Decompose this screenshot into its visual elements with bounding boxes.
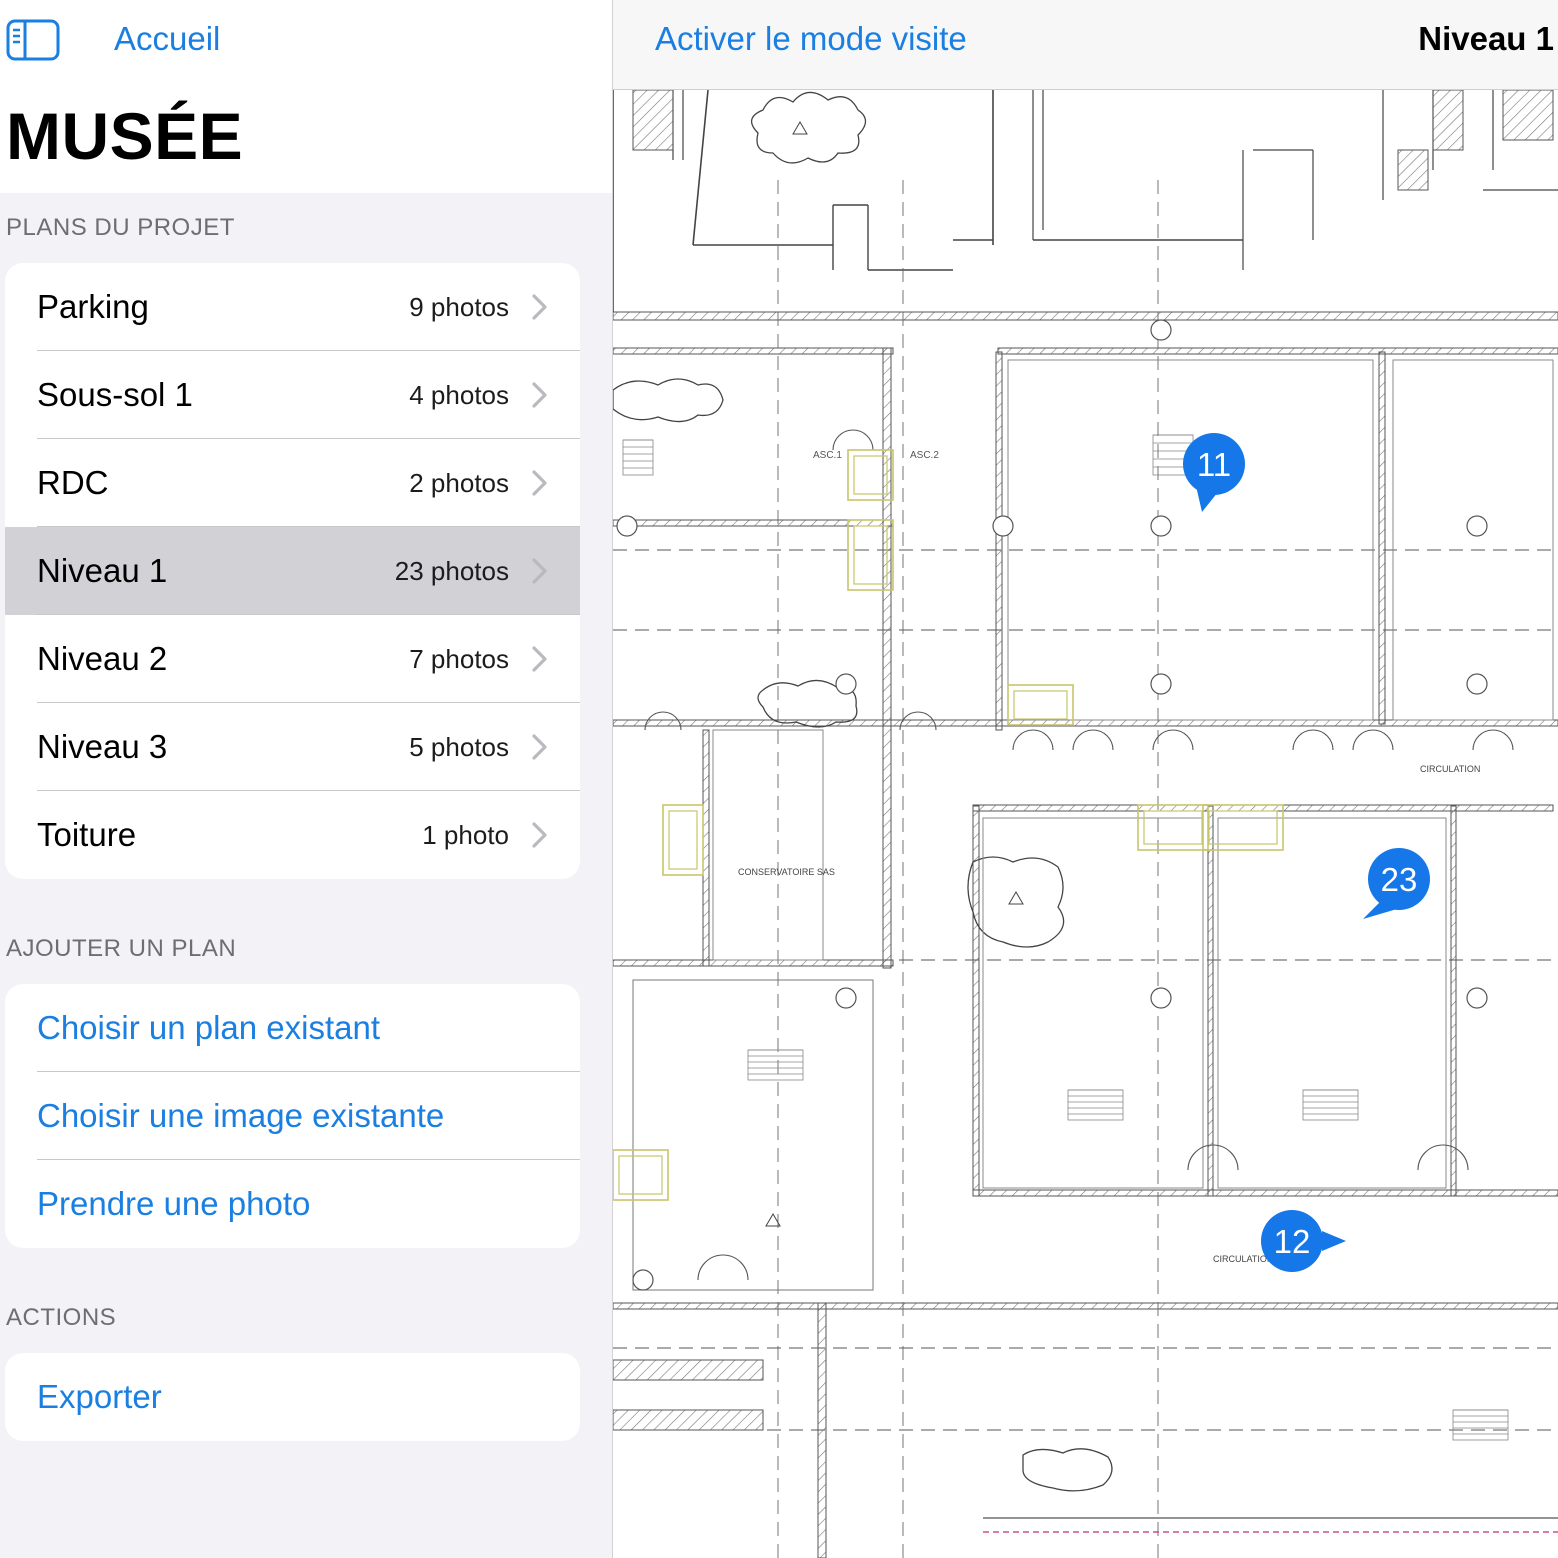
plan-label-asc2: ASC.2 (910, 450, 939, 461)
plan-name: Parking (37, 288, 149, 325)
chevron-right-icon (532, 646, 547, 672)
add-plan-section-header: AJOUTER UN PLAN (6, 935, 237, 962)
photo-count: 4 photos (409, 379, 509, 410)
floor-plan-drawing[interactable]: ASC.1 ASC.2 CONSERVATOIRE SAS CIRCULATIO… (613, 90, 1558, 1558)
action-label: Prendre une photo (37, 1185, 311, 1222)
plan-name: Sous-sol 1 (37, 376, 193, 413)
floor-plan-viewer[interactable]: ASC.1 ASC.2 CONSERVATOIRE SAS CIRCULATIO… (613, 90, 1558, 1558)
plan-label-conservatoire-sas: CONSERVATOIRE SAS (738, 867, 835, 877)
plan-row-niveau-3[interactable]: Niveau 3 5 photos (5, 703, 580, 791)
photo-pin-23[interactable]: 23 (1363, 848, 1430, 919)
plan-title: Niveau 1 (1418, 20, 1554, 57)
choose-existing-plan-button[interactable]: Choisir un plan existant (5, 984, 580, 1072)
project-title: MUSÉE (6, 99, 244, 173)
action-label: Exporter (37, 1378, 162, 1415)
chevron-right-icon (532, 734, 547, 760)
photo-count: 9 photos (409, 291, 509, 322)
plan-row-niveau-1[interactable]: Niveau 1 23 photos (5, 527, 580, 615)
photo-pin-11[interactable]: 11 (1183, 433, 1245, 512)
visit-mode-button[interactable]: Activer le mode visite (655, 20, 967, 58)
plan-name: Niveau 2 (37, 640, 168, 677)
export-button[interactable]: Exporter (5, 1353, 580, 1441)
plan-name: Niveau 3 (37, 728, 168, 765)
svg-text:23: 23 (1381, 861, 1418, 898)
plans-section-header: PLANS DU PROJET (6, 214, 235, 241)
chevron-right-icon (532, 558, 547, 584)
plan-label-circulation-a: CIRCULATION (1420, 764, 1480, 774)
plan-row-parking[interactable]: Parking 9 photos (5, 263, 580, 351)
actions-section-header: ACTIONS (6, 1304, 117, 1331)
plan-detail: Activer le mode visite Niveau 1 ASC.1 AS… (613, 0, 1558, 1558)
plan-label-asc1: ASC.1 (813, 450, 842, 461)
action-label: Choisir un plan existant (37, 1009, 381, 1046)
choose-existing-image-button[interactable]: Choisir une image existante (5, 1072, 580, 1160)
photo-count: 7 photos (409, 643, 509, 674)
photo-count: 23 photos (394, 555, 509, 586)
chevron-right-icon (532, 470, 547, 496)
photo-count: 5 photos (409, 731, 509, 762)
back-button[interactable]: Accueil (114, 20, 220, 58)
plan-name: RDC (37, 464, 109, 501)
plan-label-circulation-b: CIRCULATION (1213, 1254, 1273, 1264)
take-photo-button[interactable]: Prendre une photo (5, 1160, 580, 1248)
chevron-right-icon (532, 382, 547, 408)
action-label: Choisir une image existante (37, 1097, 445, 1134)
plan-name: Toiture (37, 816, 137, 853)
actions-list: Exporter (5, 1353, 580, 1441)
chevron-right-icon (532, 822, 547, 848)
sidebar-toggle-icon[interactable] (6, 19, 60, 61)
plan-name: Niveau 1 (37, 552, 168, 589)
add-plan-list: Choisir un plan existant Choisir une imag… (5, 984, 580, 1248)
chevron-right-icon (532, 294, 547, 320)
svg-text:12: 12 (1274, 1223, 1311, 1260)
plan-row-rdc[interactable]: RDC 2 photos (5, 439, 580, 527)
plans-list: Parking 9 photos Sous-sol 1 4 photos RDC 2 ph… (5, 263, 580, 879)
photo-count: 1 photo (422, 819, 509, 850)
sidebar-header: Accueil MUSÉE (0, 0, 612, 193)
plan-row-sous-sol-1[interactable]: Sous-sol 1 4 photos (5, 351, 580, 439)
plan-row-toiture[interactable]: Toiture 1 photo (5, 791, 580, 879)
photo-pin-12[interactable]: 12 (1261, 1210, 1346, 1272)
plan-row-niveau-2[interactable]: Niveau 2 7 photos (5, 615, 580, 703)
svg-text:11: 11 (1197, 446, 1231, 483)
detail-navbar: Activer le mode visite Niveau 1 (613, 0, 1558, 90)
sidebar: Accueil MUSÉE PLANS DU PROJET Parking 9 p… (0, 0, 613, 1558)
photo-count: 2 photos (409, 467, 509, 498)
